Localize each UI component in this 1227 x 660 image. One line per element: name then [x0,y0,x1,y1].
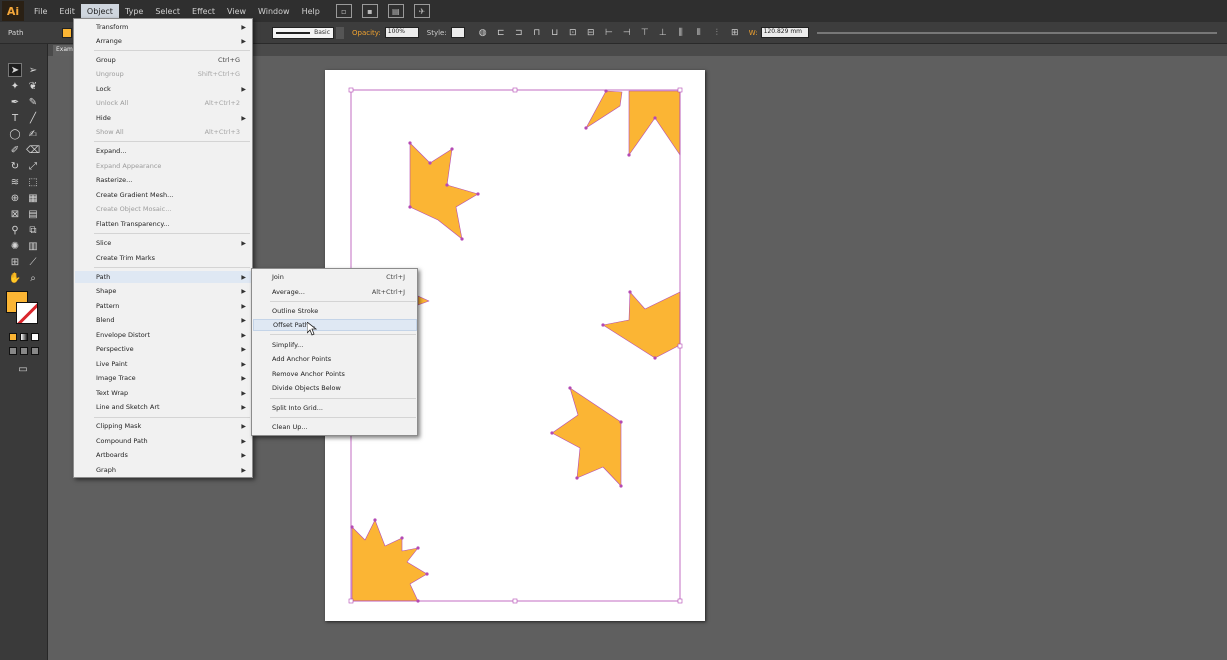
leaf-shape-bottom-left[interactable] [351,519,428,602]
mouse-pointer-icon [307,322,317,336]
leaf-shape-top-small[interactable] [585,90,623,129]
menu-item-shape[interactable]: Shape ▶ [75,285,252,297]
submenu-arrow-icon: ▶ [241,403,246,411]
menu-separator [270,301,416,302]
menu-item-create-object-mosaic[interactable]: Create Object Mosaic... [75,203,252,215]
menu-item-envelope-distort[interactable]: Envelope Distort ▶ [75,329,252,341]
menu-item-lock[interactable]: Lock ▶ [75,83,252,95]
bbox-handle-bl[interactable] [348,598,354,604]
menu-separator [94,50,250,51]
submenu-arrow-icon: ▶ [241,316,246,324]
menu-item-create-gradient-mesh[interactable]: Create Gradient Mesh... [75,189,252,201]
menu-item-graph[interactable]: Graph ▶ [75,464,252,476]
menu-item-perspective[interactable]: Perspective ▶ [75,343,252,355]
menu-separator [94,233,250,234]
illustrator-window: Ai File Edit Object Type Select Effect V… [0,0,1227,660]
menu-item-show-all[interactable]: Show All Alt+Ctrl+3 [75,126,252,138]
leaf-shape-upper-left[interactable] [409,142,479,240]
leaf-shape-partial-hidden[interactable] [417,295,430,306]
menu-item-line-and-sketch-art[interactable]: Line and Sketch Art ▶ [75,401,252,413]
menu-item-outline-stroke[interactable]: Outline Stroke [253,305,417,317]
submenu-arrow-icon: ▶ [241,374,246,382]
menu-item-slice[interactable]: Slice ▶ [75,237,252,249]
submenu-arrow-icon: ▶ [241,239,246,247]
bbox-handle-tr[interactable] [677,87,683,93]
submenu-arrow-icon: ▶ [241,273,246,281]
menu-item-image-trace[interactable]: Image Trace ▶ [75,372,252,384]
menu-item-text-wrap[interactable]: Text Wrap ▶ [75,387,252,399]
menu-item-group[interactable]: Group Ctrl+G [75,54,252,66]
menu-item-clipping-mask[interactable]: Clipping Mask ▶ [75,420,252,432]
submenu-arrow-icon: ▶ [241,389,246,397]
menu-item-join[interactable]: Join Ctrl+J [253,271,417,283]
submenu-arrow-icon: ▶ [241,85,246,93]
bbox-handle-bc[interactable] [512,598,518,604]
submenu-arrow-icon: ▶ [241,302,246,310]
bbox-handle-tl[interactable] [348,87,354,93]
object-menu-dropdown: Transform ▶ Arrange ▶ Group Ctrl+G Ungroup S… [73,18,253,478]
menu-item-clean-up[interactable]: Clean Up... [253,421,417,433]
submenu-arrow-icon: ▶ [241,23,246,31]
menu-item-expand[interactable]: Expand... [75,145,252,157]
bbox-handle-tc[interactable] [512,87,518,93]
bbox-handle-br[interactable] [677,598,683,604]
menu-item-rasterize[interactable]: Rasterize... [75,174,252,186]
submenu-arrow-icon: ▶ [241,360,246,368]
menu-item-blend[interactable]: Blend ▶ [75,314,252,326]
submenu-arrow-icon: ▶ [241,114,246,122]
menu-separator [270,334,416,335]
menu-separator [94,141,250,142]
submenu-arrow-icon: ▶ [241,466,246,474]
submenu-arrow-icon: ▶ [241,451,246,459]
menu-item-compound-path[interactable]: Compound Path ▶ [75,435,252,447]
menu-separator [270,417,416,418]
menu-item-simplify[interactable]: Simplify... [253,339,417,351]
menu-item-unlock-all[interactable]: Unlock All Alt+Ctrl+2 [75,97,252,109]
menu-item-divide-objects-below[interactable]: Divide Objects Below [253,382,417,394]
menu-item-transform[interactable]: Transform ▶ [75,21,252,33]
submenu-arrow-icon: ▶ [241,331,246,339]
submenu-arrow-icon: ▶ [241,345,246,353]
menu-item-arrange[interactable]: Arrange ▶ [75,35,252,47]
menu-item-split-into-grid[interactable]: Split Into Grid... [253,402,417,414]
bbox-handle-mr[interactable] [677,343,683,349]
path-submenu: Join Ctrl+J Average... Alt+Ctrl+J Outline … [251,268,418,436]
leaf-shape-middle-right[interactable] [602,291,681,359]
menu-item-flatten-transparency[interactable]: Flatten Transparency... [75,218,252,230]
menu-separator [94,417,250,418]
menu-separator [94,267,250,268]
menu-item-path[interactable]: Path ▶ [75,271,252,283]
leaf-shape-center[interactable] [551,387,622,487]
menu-item-hide[interactable]: Hide ▶ [75,112,252,124]
submenu-arrow-icon: ▶ [241,37,246,45]
menu-item-offset-path[interactable]: Offset Path... [253,319,417,331]
menu-item-ungroup[interactable]: Ungroup Shift+Ctrl+G [75,68,252,80]
menu-item-expand-appearance[interactable]: Expand Appearance [75,160,252,172]
submenu-arrow-icon: ▶ [241,437,246,445]
menu-item-remove-anchor-points[interactable]: Remove Anchor Points [253,368,417,380]
submenu-arrow-icon: ▶ [241,422,246,430]
menu-item-create-trim-marks[interactable]: Create Trim Marks [75,252,252,264]
menu-item-pattern[interactable]: Pattern ▶ [75,300,252,312]
menu-item-add-anchor-points[interactable]: Add Anchor Points [253,353,417,365]
submenu-arrow-icon: ▶ [241,287,246,295]
menu-item-average[interactable]: Average... Alt+Ctrl+J [253,286,417,298]
menu-item-live-paint[interactable]: Live Paint ▶ [75,358,252,370]
leaf-shape-top-right[interactable] [628,90,681,156]
menu-separator [270,398,416,399]
menu-item-artboards[interactable]: Artboards ▶ [75,449,252,461]
